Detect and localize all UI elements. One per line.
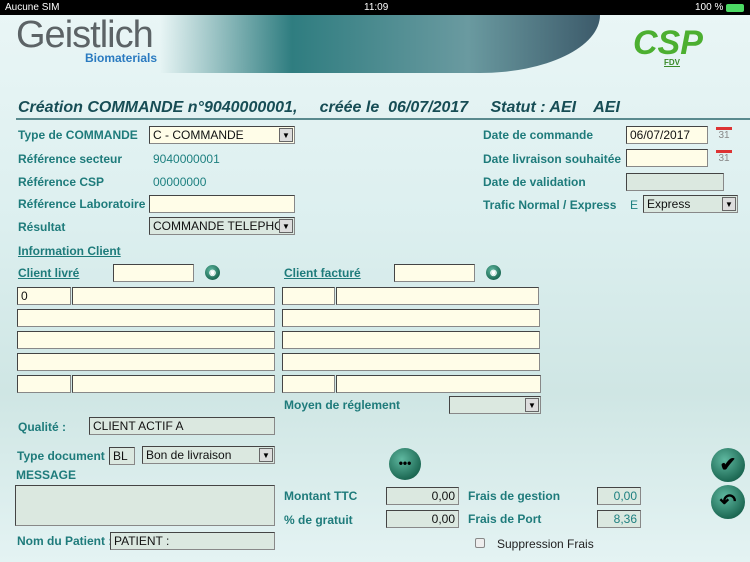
patient-input[interactable]: PATIENT : [110, 532, 275, 550]
trafic-value: Express [647, 197, 691, 211]
divider [16, 118, 750, 120]
gratuit-label: % de gratuit [284, 513, 353, 527]
ref-secteur-value: 9040000001 [153, 152, 220, 166]
chevron-down-icon: ▼ [722, 197, 736, 211]
chevron-down-icon: ▼ [279, 128, 293, 142]
client-facture-address-2[interactable] [282, 331, 540, 349]
page-title: Création COMMANDE n°9040000001, créée le… [18, 99, 620, 117]
chevron-down-icon: ▼ [525, 398, 539, 412]
type-commande-select[interactable]: C - COMMANDE ▼ [149, 126, 295, 144]
moyen-reglement-select[interactable]: ▼ [449, 396, 541, 414]
search-client-livre-button[interactable]: ◉ [205, 265, 220, 280]
type-document-code: BL [109, 447, 135, 465]
qualite-label: Qualité : [18, 420, 67, 434]
title-created: créée le 06/07/2017 [319, 99, 469, 116]
client-livre-name[interactable] [72, 287, 275, 305]
search-client-facture-button[interactable]: ◉ [486, 265, 501, 280]
client-facture-input[interactable] [394, 264, 475, 282]
ref-secteur-label: Référence secteur [18, 152, 123, 166]
information-client-link[interactable]: Information Client [18, 244, 121, 258]
montant-label: Montant TTC [284, 489, 358, 503]
type-document-select[interactable]: Bon de livraison ▼ [142, 446, 275, 464]
montant-field: 0,00 [386, 487, 459, 505]
client-livre-link[interactable]: Client livré [18, 266, 79, 280]
battery-icon [726, 4, 744, 12]
header-banner [160, 15, 600, 73]
client-facture-link[interactable]: Client facturé [284, 266, 361, 280]
calendar-icon[interactable]: 31 [716, 150, 732, 164]
brand-sub: Biomaterials [85, 51, 158, 65]
trafic-label: Trafic Normal / Express [483, 198, 617, 212]
ref-labo-input[interactable] [149, 195, 295, 213]
ref-csp-value: 00000000 [153, 175, 207, 189]
date-commande-input[interactable]: 06/07/2017 [626, 126, 708, 144]
client-facture-code[interactable] [282, 287, 335, 305]
date-commande-label: Date de commande [483, 128, 594, 142]
resultat-label: Résultat [18, 220, 66, 234]
carrier: Aucune SIM [5, 2, 60, 13]
message-textarea[interactable] [15, 485, 275, 526]
client-livre-address-3[interactable] [17, 353, 275, 371]
title-status-code: AEI [593, 99, 620, 116]
trafic-select[interactable]: Express ▼ [643, 195, 738, 213]
moyen-reglement-label: Moyen de réglement [284, 398, 401, 412]
date-livraison-input[interactable] [626, 149, 708, 167]
client-livre-city[interactable] [72, 375, 275, 393]
validate-button[interactable]: ✔ [711, 448, 745, 482]
message-label: MESSAGE [16, 468, 77, 482]
type-document-label: Type document [17, 449, 105, 463]
type-commande-label: Type de COMMANDE [18, 128, 138, 142]
client-facture-city[interactable] [336, 375, 541, 393]
status-bar: Aucune SIM 11:09 100 % [0, 0, 750, 15]
title-order: Création COMMANDE n°9040000001, [18, 99, 298, 116]
calendar-icon[interactable]: 31 [716, 127, 732, 141]
client-livre-code[interactable]: 0 [17, 287, 71, 305]
ref-csp-label: Référence CSP [18, 175, 105, 189]
frais-gestion-label: Frais de gestion [468, 489, 561, 503]
resultat-value: COMMANDE TELEPHO [153, 219, 284, 233]
frais-port-field: 8,36 [597, 510, 641, 528]
client-livre-address-1[interactable] [17, 309, 275, 327]
ref-labo-label: Référence Laboratoire [18, 197, 146, 211]
more-button[interactable]: ••• [389, 448, 421, 480]
date-livraison-label: Date livraison souhaitée [483, 152, 622, 166]
qualite-field: CLIENT ACTIF A [89, 417, 275, 435]
client-livre-input[interactable] [113, 264, 194, 282]
clock: 11:09 [364, 2, 389, 13]
frais-port-label: Frais de Port [468, 512, 542, 526]
resultat-select[interactable]: COMMANDE TELEPHO ▼ [149, 217, 295, 235]
trafic-code: E [630, 198, 639, 212]
type-commande-value: C - COMMANDE [153, 128, 244, 142]
client-facture-postcode[interactable] [282, 375, 335, 393]
client-facture-address-1[interactable] [282, 309, 540, 327]
client-facture-name[interactable] [336, 287, 539, 305]
suppression-frais-checkbox[interactable] [475, 538, 485, 548]
date-validation-label: Date de validation [483, 175, 586, 189]
gratuit-field[interactable]: 0,00 [386, 510, 459, 528]
chevron-down-icon: ▼ [279, 219, 293, 233]
title-status: Statut : AEI [490, 99, 577, 116]
patient-label: Nom du Patient : [17, 534, 113, 548]
suppression-frais-label: Suppression Frais [497, 537, 594, 551]
client-livre-address-2[interactable] [17, 331, 275, 349]
frais-gestion-field: 0,00 [597, 487, 641, 505]
client-livre-postcode[interactable] [17, 375, 71, 393]
chevron-down-icon: ▼ [259, 448, 273, 462]
type-document-value: Bon de livraison [146, 448, 232, 462]
back-button[interactable]: ↶ [711, 485, 745, 519]
date-validation-input [626, 173, 724, 191]
client-facture-address-3[interactable] [282, 353, 540, 371]
partner-sub: FDV [664, 58, 680, 67]
battery: 100 % [695, 2, 724, 13]
